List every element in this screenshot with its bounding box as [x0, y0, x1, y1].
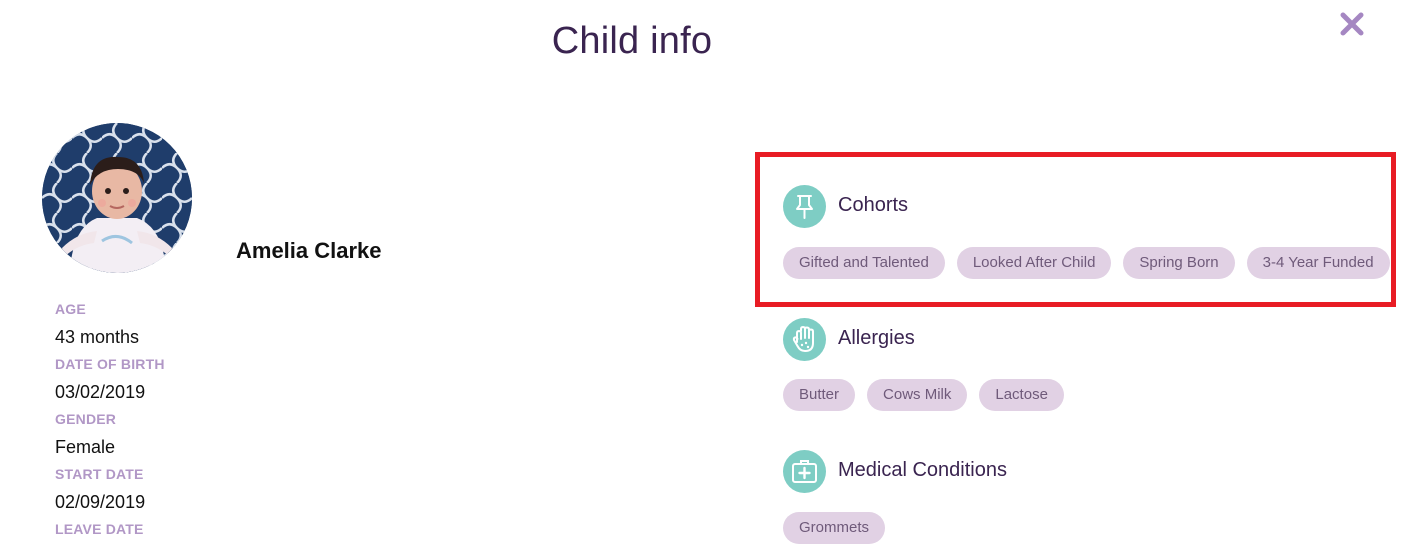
chip-grommets: Grommets [783, 512, 886, 544]
cohorts-highlight-box [755, 152, 1396, 307]
cohorts-title: Cohorts [838, 194, 909, 216]
chip-cows-milk: Cows Milk [867, 379, 968, 411]
avatar [42, 123, 192, 273]
pin-icon [783, 185, 826, 228]
chip-spring-born: Spring Born [1123, 247, 1235, 279]
close-button[interactable] [1338, 10, 1366, 38]
medical-conditions-chips: Grommets [783, 512, 886, 544]
start-date-label: START DATE [55, 466, 144, 482]
age-label: AGE [55, 301, 86, 317]
start-date-value: 02/09/2019 [55, 492, 146, 512]
date-of-birth-value: 03/02/2019 [55, 382, 146, 402]
child-name: Amelia Clarke [236, 238, 382, 263]
age-value: 43 months [55, 327, 140, 347]
gender-value: Female [55, 437, 116, 457]
hand-icon [783, 318, 826, 361]
chip-looked-after-child: Looked After Child [956, 247, 1112, 279]
modal-title: Child info [551, 20, 713, 62]
gender-label: GENDER [55, 411, 117, 427]
allergies-title: Allergies [838, 327, 915, 349]
chip-butter: Butter [783, 379, 856, 411]
cohorts-chips: Gifted and Talented Looked After Child S… [783, 247, 1390, 279]
medical-kit-icon [783, 450, 826, 493]
chip-gifted-and-talented: Gifted and Talented [783, 247, 945, 279]
allergies-chips: Butter Cows Milk Lactose [783, 379, 1064, 411]
date-of-birth-label: DATE OF BIRTH [55, 356, 165, 372]
child-details: AGE 43 months DATE OF BIRTH 03/02/2019 G… [55, 300, 355, 539]
allergies-section: Allergies Butter Cows Milk Lactose [783, 318, 1383, 411]
medical-conditions-section: Medical Conditions Grommets [783, 450, 1383, 544]
chip-3-4-year-funded: 3-4 Year Funded [1246, 247, 1390, 279]
cohorts-section: Cohorts Gifted and Talented Looked After… [783, 185, 1390, 279]
chip-lactose: Lactose [979, 379, 1064, 411]
leave-date-label: LEAVE DATE [55, 521, 144, 537]
close-icon [1340, 12, 1364, 36]
medical-conditions-title: Medical Conditions [838, 459, 1007, 481]
